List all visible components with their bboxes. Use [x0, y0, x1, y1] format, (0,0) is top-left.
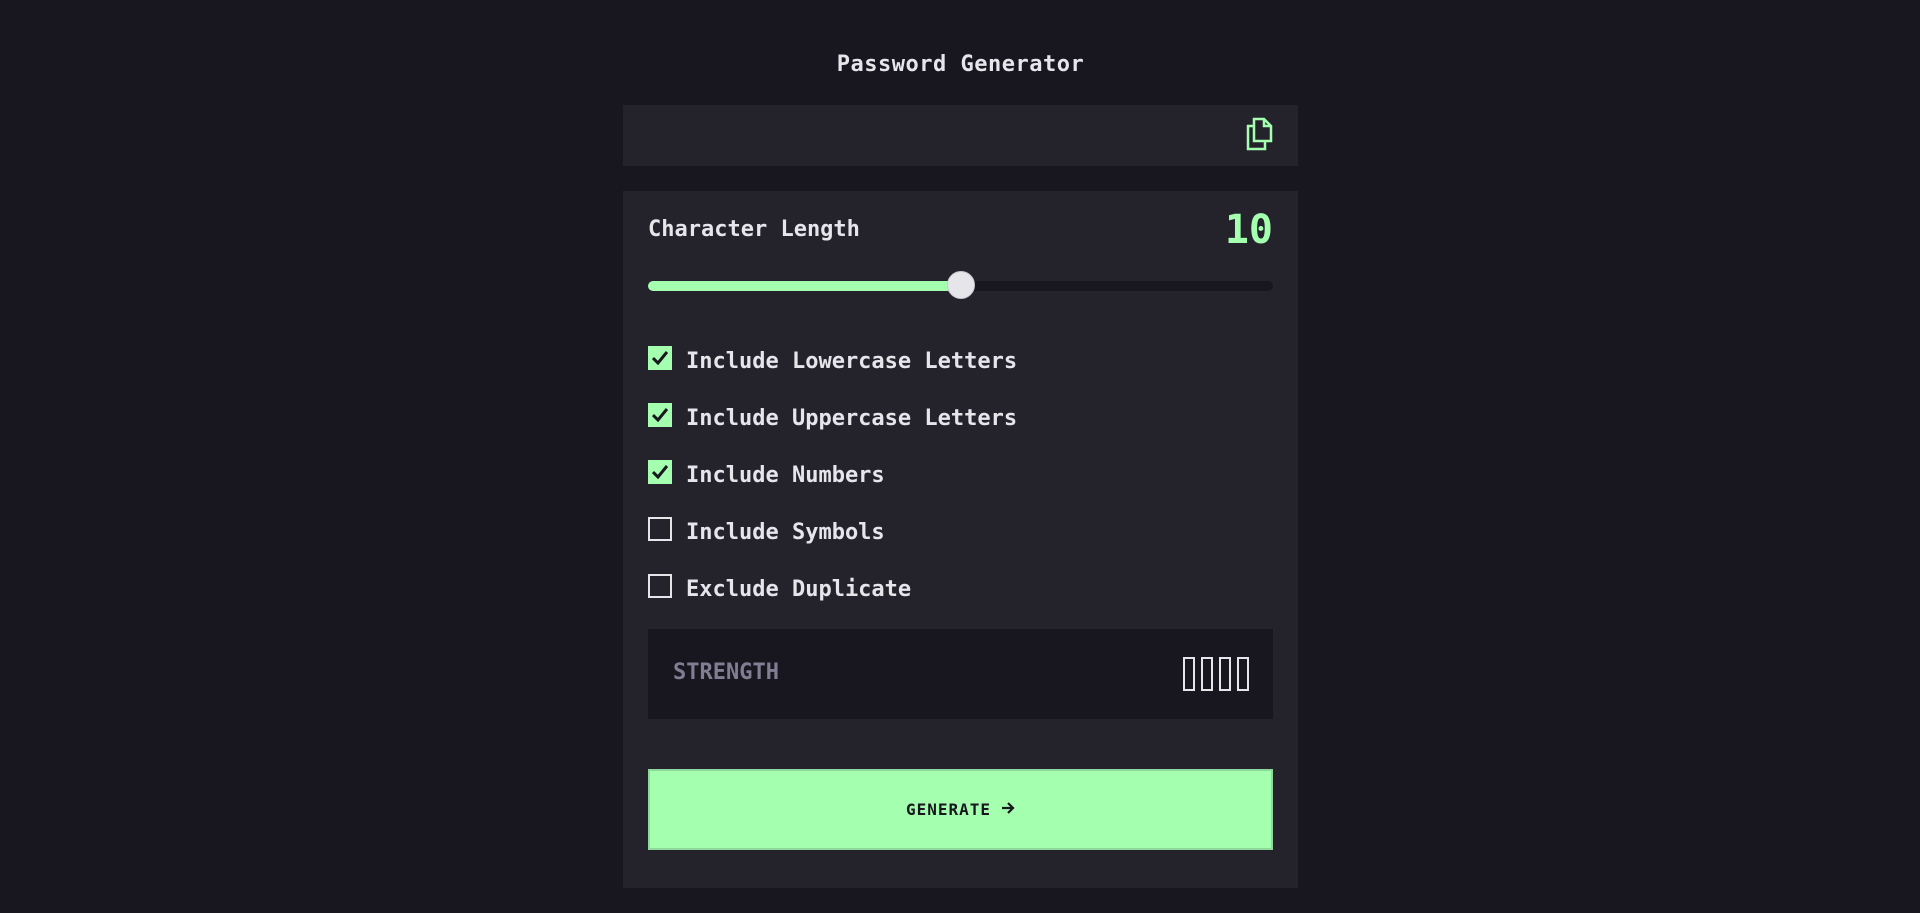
- option-symbols[interactable]: Include Symbols: [648, 517, 1273, 574]
- slider-thumb[interactable]: [946, 271, 975, 299]
- page-title: Password Generator: [836, 52, 1085, 77]
- generate-label: GENERATE: [905, 800, 992, 819]
- copy-icon[interactable]: [1244, 117, 1274, 151]
- option-lowercase[interactable]: Include Lowercase Letters: [648, 346, 1273, 403]
- options-list: Include Lowercase Letters Include Upperc…: [648, 346, 1273, 631]
- option-label: Include Lowercase Letters: [686, 349, 1018, 374]
- strength-bar: [1201, 657, 1213, 691]
- character-length-value: 10: [1224, 207, 1273, 253]
- arrow-right-icon: [1001, 800, 1015, 819]
- option-label: Include Uppercase Letters: [686, 406, 1018, 431]
- checkbox-uppercase[interactable]: [648, 403, 672, 427]
- character-length-label: Character Length: [648, 217, 860, 242]
- strength-bar: [1183, 657, 1195, 691]
- option-label: Include Numbers: [686, 463, 885, 488]
- slider-fill: [648, 281, 961, 291]
- option-label: Include Symbols: [686, 520, 885, 545]
- option-exclude-duplicate[interactable]: Exclude Duplicate: [648, 574, 1273, 631]
- checkbox-symbols[interactable]: [648, 517, 672, 541]
- strength-bars: [1183, 657, 1249, 691]
- checkbox-lowercase[interactable]: [648, 346, 672, 370]
- password-output[interactable]: [623, 105, 1298, 166]
- strength-bar: [1219, 657, 1231, 691]
- strength-label: STRENGTH: [673, 660, 779, 685]
- option-numbers[interactable]: Include Numbers: [648, 460, 1273, 517]
- length-slider[interactable]: [648, 271, 1273, 299]
- checkbox-exclude-duplicate[interactable]: [648, 574, 672, 598]
- generate-button[interactable]: GENERATE: [648, 769, 1273, 850]
- strength-bar: [1237, 657, 1249, 691]
- checkbox-numbers[interactable]: [648, 460, 672, 484]
- option-label: Exclude Duplicate: [686, 577, 912, 602]
- option-uppercase[interactable]: Include Uppercase Letters: [648, 403, 1273, 460]
- settings-panel: Character Length 10 Include Lowercase Le…: [623, 191, 1298, 888]
- strength-meter: STRENGTH: [648, 629, 1273, 719]
